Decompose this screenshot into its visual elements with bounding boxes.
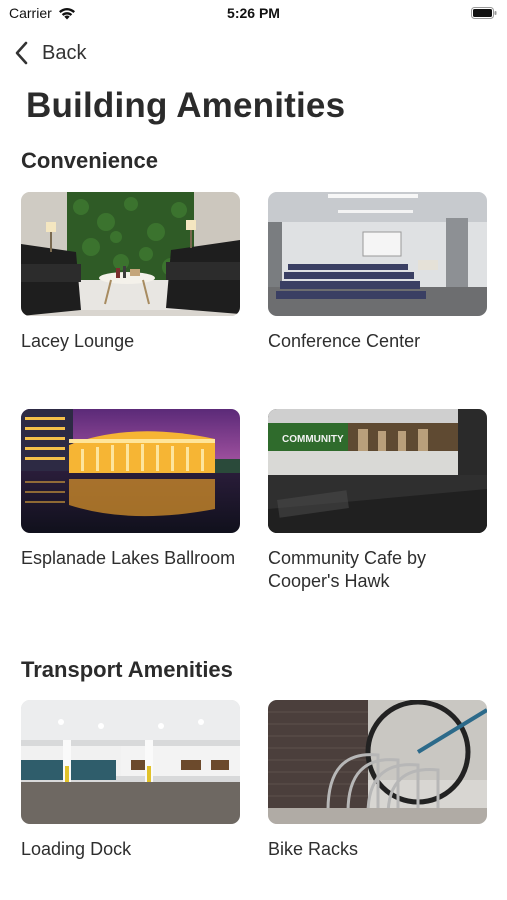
- section-title-convenience: Convenience: [21, 148, 158, 173]
- bike-racks-photo: [268, 700, 487, 824]
- amenity-card-bike-racks[interactable]: Bike Racks: [268, 700, 487, 861]
- section-title-transport-amenities: Transport Amenities: [21, 657, 233, 682]
- amenity-card-esplanade-lakes-ballroom[interactable]: Esplanade Lakes Ballroom: [21, 409, 240, 570]
- loading-dock-photo: [21, 700, 240, 824]
- amenity-label: Community Cafe by Cooper's Hawk: [268, 548, 427, 591]
- back-button[interactable]: Back: [14, 40, 86, 66]
- lacey-lounge-photo: [21, 192, 240, 316]
- amenity-label: Conference Center: [268, 331, 421, 351]
- community-cafe-photo: COMMUNITY: [268, 409, 487, 533]
- amenity-card-loading-dock[interactable]: Loading Dock: [21, 700, 240, 861]
- back-label: Back: [42, 41, 87, 64]
- amenity-label: Esplanade Lakes Ballroom: [21, 548, 236, 568]
- chevron-left-icon: [15, 41, 28, 65]
- amenity-label: Lacey Lounge: [21, 331, 135, 351]
- status-time: 5:26 PM: [227, 5, 280, 21]
- amenity-label: Loading Dock: [21, 839, 132, 859]
- status-bar: Carrier 5:26 PM: [0, 0, 507, 28]
- cafe-sign-text: COMMUNITY: [282, 434, 344, 445]
- amenity-label: Bike Racks: [268, 839, 359, 859]
- esplanade-lakes-ballroom-photo: [21, 409, 240, 533]
- amenity-card-community-cafe[interactable]: COMMUNITY Community Cafe by Cooper's Haw…: [268, 409, 487, 593]
- amenity-card-conference-center[interactable]: Conference Center: [268, 192, 487, 353]
- conference-center-photo: [268, 192, 487, 316]
- amenity-card-lacey-lounge[interactable]: Lacey Lounge: [21, 192, 240, 353]
- battery-icon: [471, 7, 497, 19]
- page-title: Building Amenities: [26, 86, 346, 125]
